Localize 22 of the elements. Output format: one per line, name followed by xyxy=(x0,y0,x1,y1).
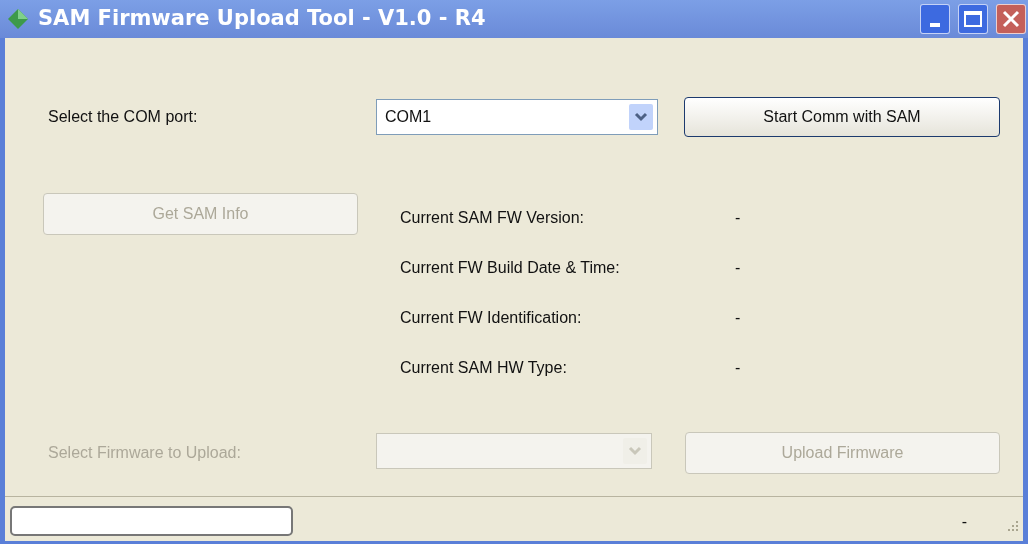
maximize-button[interactable] xyxy=(958,4,988,34)
info-label: Current FW Identification: xyxy=(400,308,582,328)
diamond-icon xyxy=(6,7,30,31)
maximize-icon xyxy=(964,11,982,27)
com-port-label: Select the COM port: xyxy=(48,107,198,127)
info-label: Current FW Build Date & Time: xyxy=(400,258,620,278)
close-button[interactable] xyxy=(996,4,1026,34)
firmware-label: Select Firmware to Upload: xyxy=(48,443,241,463)
info-value: - xyxy=(735,208,741,228)
com-port-dropdown[interactable]: COM1 xyxy=(376,99,658,135)
start-comm-button[interactable]: Start Comm with SAM xyxy=(684,97,1000,137)
info-value: - xyxy=(735,358,741,378)
info-label: Current SAM HW Type: xyxy=(400,358,567,378)
window-title: SAM Firmware Upload Tool - V1.0 - R4 xyxy=(38,5,487,33)
info-value: - xyxy=(735,258,741,278)
close-icon xyxy=(1002,10,1020,28)
status-text: - xyxy=(961,512,967,532)
info-value: - xyxy=(735,308,741,328)
minimize-icon xyxy=(930,23,940,27)
minimize-button[interactable] xyxy=(920,4,950,34)
info-label: Current SAM FW Version: xyxy=(400,208,585,228)
resize-grip-icon xyxy=(1005,520,1019,534)
